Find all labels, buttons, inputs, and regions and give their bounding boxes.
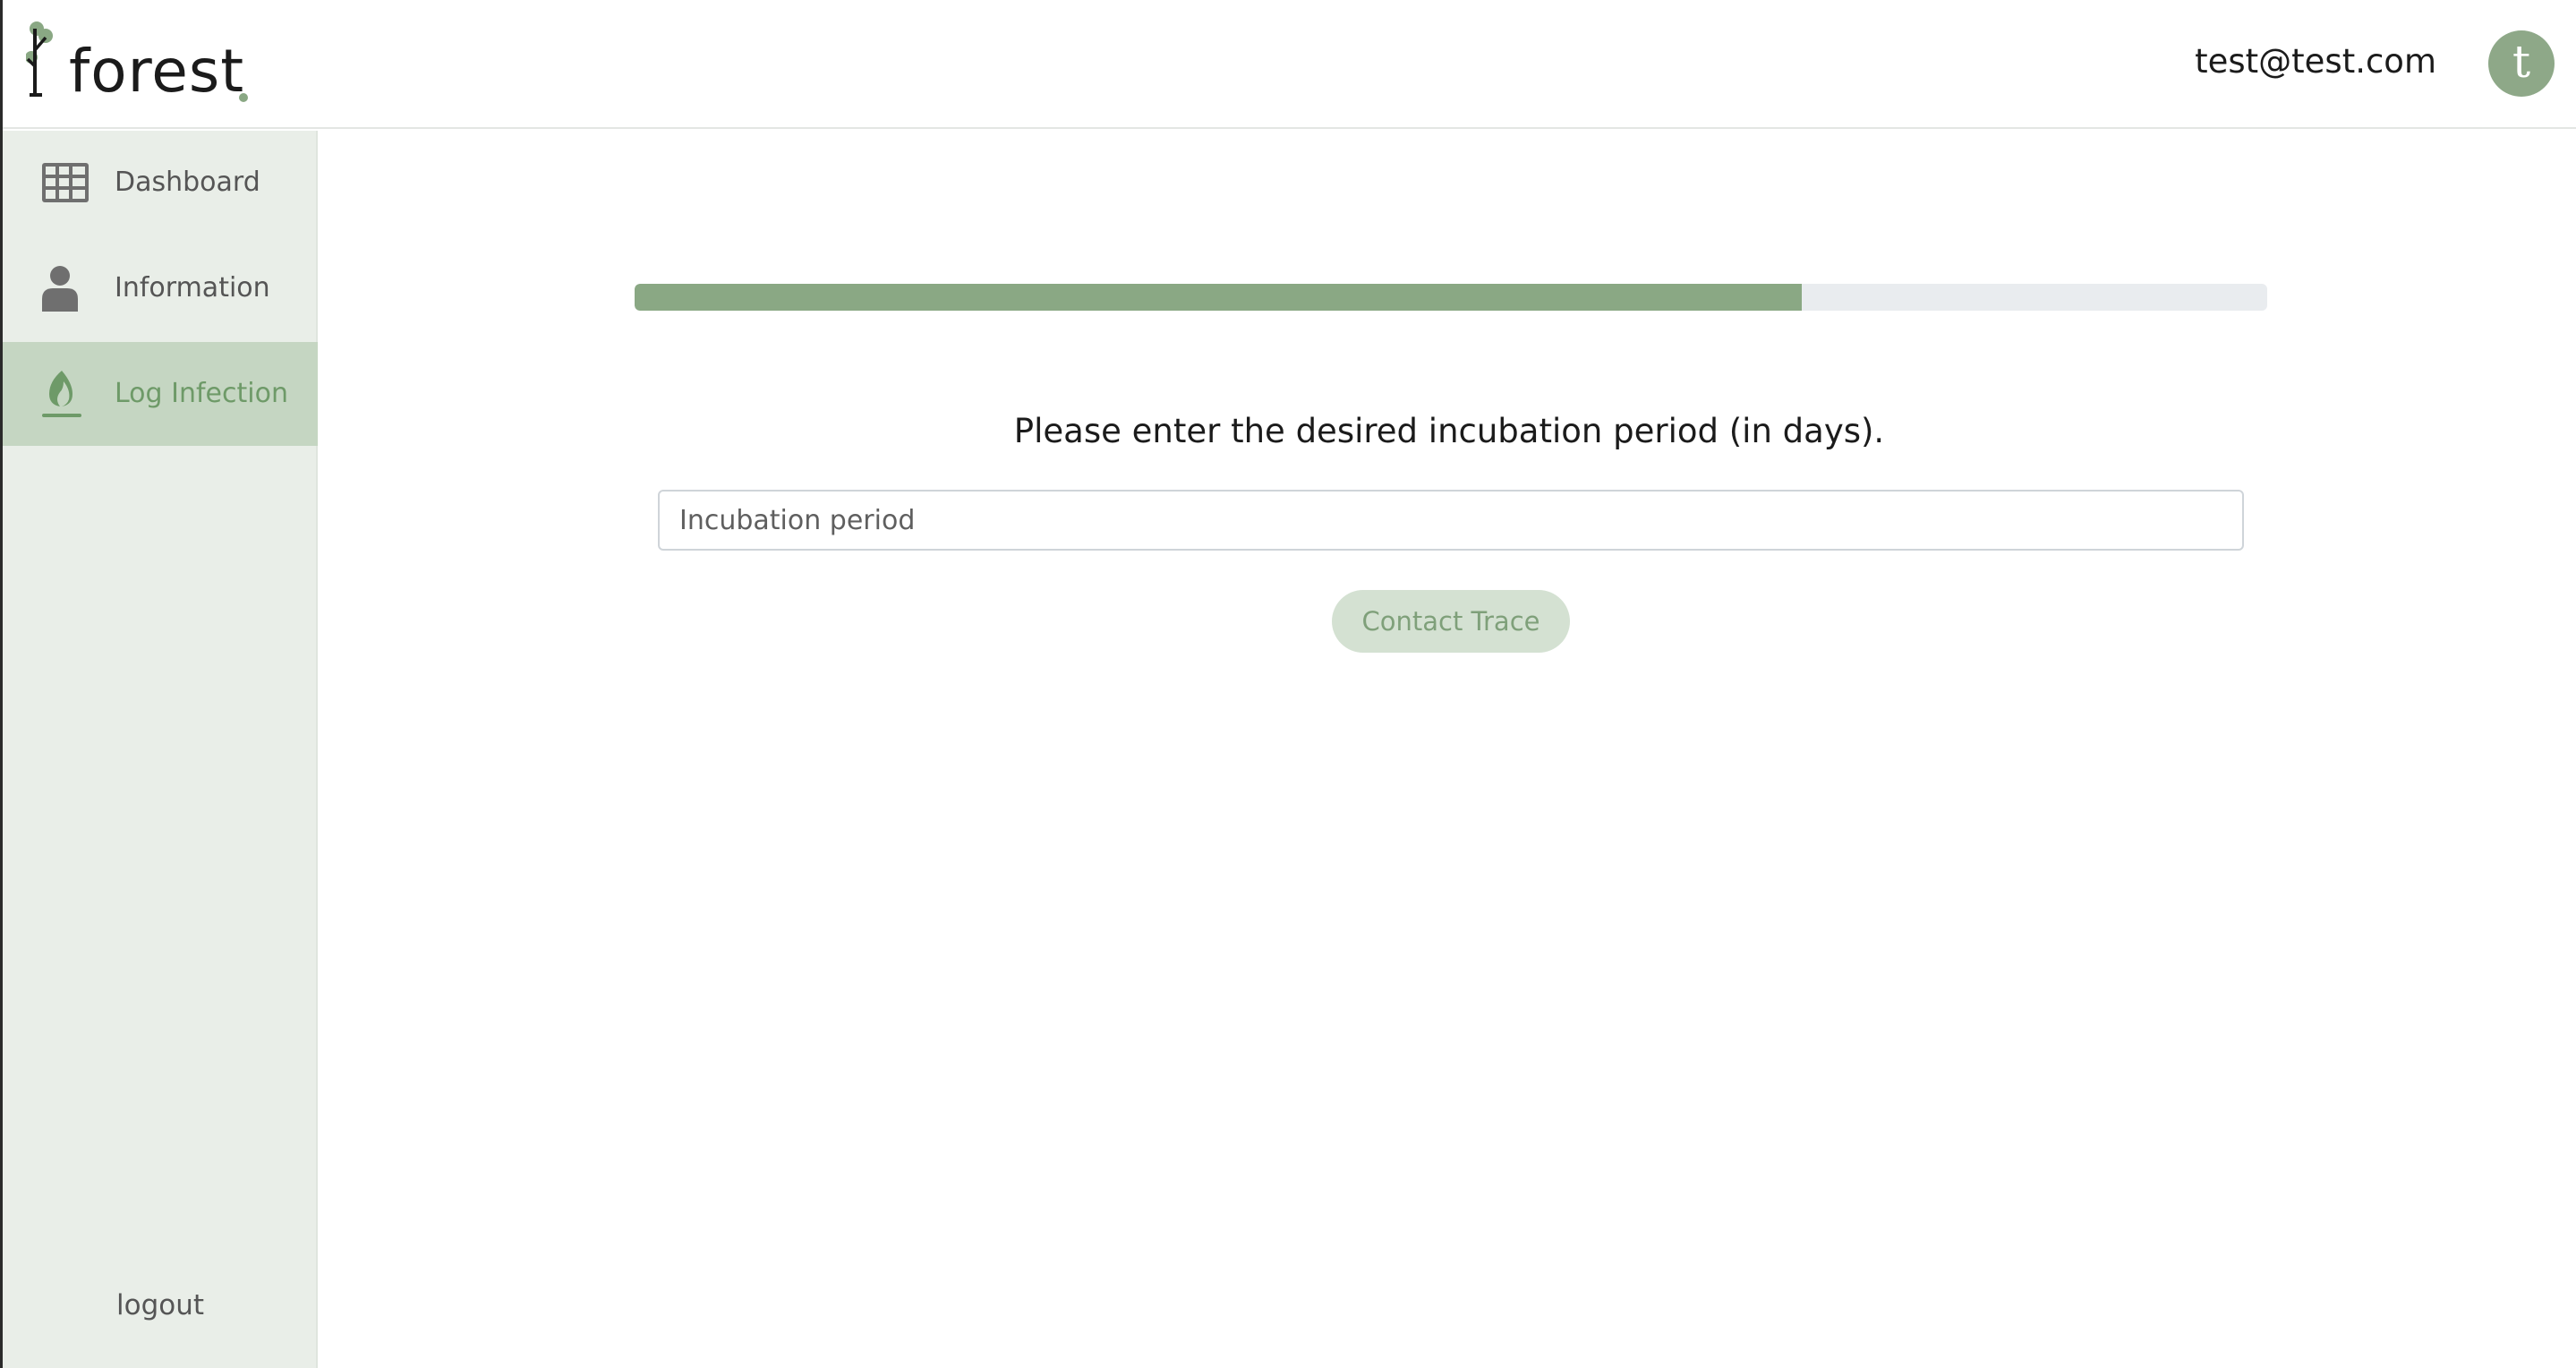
sidebar-item-label: Dashboard <box>115 167 260 198</box>
incubation-period-input[interactable] <box>658 490 2244 551</box>
flame-icon <box>42 371 81 417</box>
sidebar-item-label: Information <box>115 272 270 304</box>
grid-icon <box>42 163 89 202</box>
person-icon <box>42 266 78 312</box>
sidebar-item-log-infection[interactable]: Log Infection <box>3 342 318 446</box>
progress-fill <box>635 284 1802 311</box>
sidebar-item-label: Log Infection <box>115 378 288 409</box>
sidebar: Dashboard Information Log Infection logo… <box>3 131 318 1368</box>
top-header: forest test@test.com t <box>3 0 2576 129</box>
logout-link[interactable]: logout <box>3 1286 318 1325</box>
app-window: forest test@test.com t Dashboard Informa… <box>0 0 2576 1368</box>
sidebar-item-information[interactable]: Information <box>3 236 318 340</box>
contact-trace-button[interactable]: Contact Trace <box>1332 590 1570 653</box>
logo-dot <box>239 93 248 102</box>
sidebar-item-dashboard[interactable]: Dashboard <box>3 131 318 235</box>
main-content: Please enter the desired incubation peri… <box>320 131 2576 1368</box>
user-email[interactable]: test@test.com <box>2195 39 2436 84</box>
forest-logo[interactable]: forest <box>26 20 259 109</box>
avatar[interactable]: t <box>2488 30 2555 97</box>
incubation-prompt: Please enter the desired incubation peri… <box>1013 412 1885 450</box>
logo-wordmark: forest <box>69 37 245 106</box>
progress-bar <box>635 284 2267 311</box>
